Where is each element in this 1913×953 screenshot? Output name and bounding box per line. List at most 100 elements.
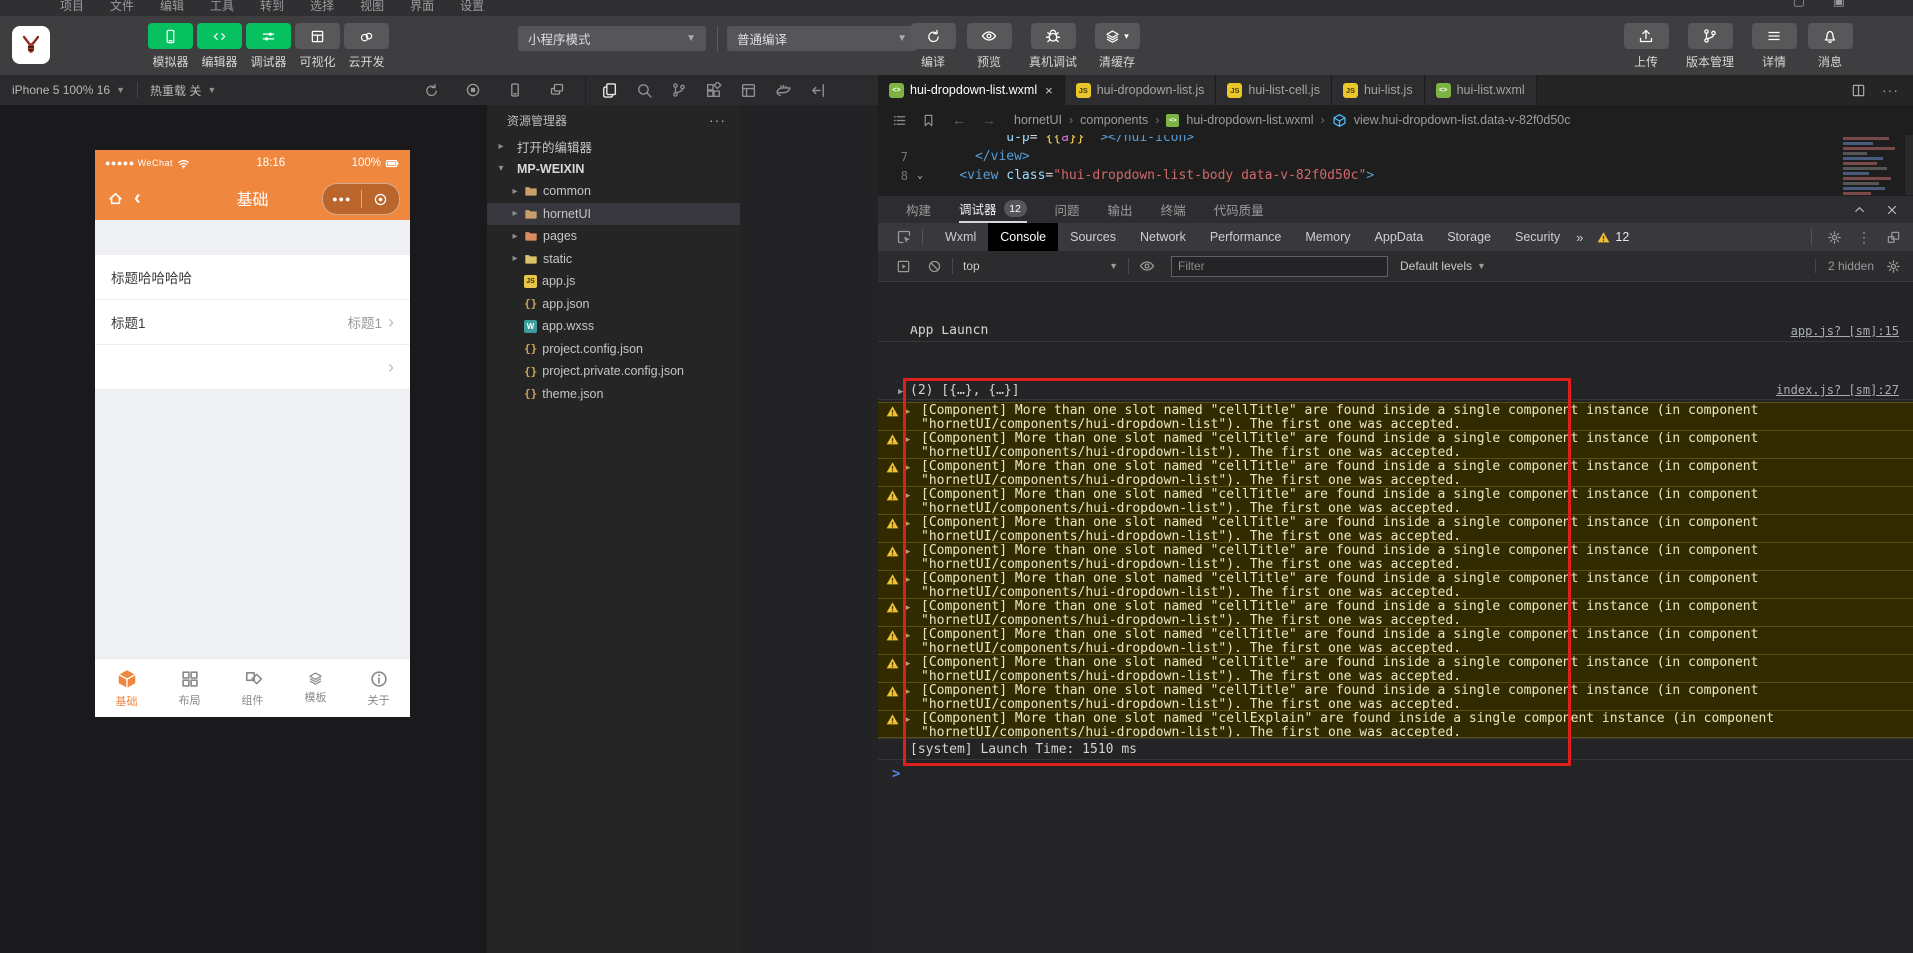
devtools-menu-icon[interactable]: ⋮	[1857, 229, 1871, 246]
devtools-tab-Memory[interactable]: Memory	[1293, 223, 1362, 251]
record-icon[interactable]	[465, 82, 481, 98]
branch-icon[interactable]	[671, 82, 687, 98]
devtools-tab-Security[interactable]: Security	[1503, 223, 1572, 251]
toolbar-button-云开发[interactable]: 云开发	[342, 23, 391, 70]
refresh-icon[interactable]	[424, 82, 439, 98]
tree-chevron-icon[interactable]: ▸	[509, 186, 521, 197]
panel-tab-输出[interactable]: 输出	[1108, 196, 1133, 223]
menu-item[interactable]: 文件	[110, 0, 134, 14]
tree-item-common[interactable]: ▸ common	[487, 180, 740, 203]
expand-arrow-icon[interactable]: ▶	[905, 491, 915, 501]
menu-item[interactable]: 工具	[210, 0, 234, 14]
toolbar-button-版本管理[interactable]: 版本管理	[1674, 23, 1746, 70]
code-line[interactable]: u-p="{{a}}" ></hui-icon>	[878, 135, 1913, 147]
editor-tab-hui-list-cell.js[interactable]: JS hui-list-cell.js	[1216, 75, 1332, 105]
phone-tab-基础[interactable]: 基础	[95, 659, 158, 717]
breadcrumb-item[interactable]: hornetUI	[1014, 113, 1062, 127]
console-prompt-chevron[interactable]: >	[892, 766, 900, 782]
console-warning-row[interactable]: ▶ [Component] More than one slot named "c…	[878, 514, 1913, 542]
panel-tab-构建[interactable]: 构建	[906, 196, 931, 223]
device-selector[interactable]: iPhone 5 100% 16	[12, 83, 110, 97]
list-cell[interactable]: 标题哈哈哈哈	[95, 255, 410, 300]
window-icon[interactable]: ▢	[1793, 0, 1805, 9]
breadcrumb-item[interactable]: view.hui-dropdown-list.data-v-82f0d50c	[1354, 113, 1571, 127]
list-cell[interactable]: ›	[95, 345, 410, 390]
collapse-icon[interactable]	[810, 82, 827, 99]
devtools-tab-AppData[interactable]: AppData	[1363, 223, 1436, 251]
console-warning-row[interactable]: ▶ [Component] More than one slot named "c…	[878, 654, 1913, 682]
toolbar-button-消息[interactable]: 消息	[1802, 23, 1858, 70]
console-row-system[interactable]: [system] Launch Time: 1510 ms	[878, 738, 1913, 760]
code-line[interactable]: 7 </view>	[878, 147, 1913, 166]
outline-list-icon[interactable]	[892, 113, 907, 128]
clear-console-icon[interactable]	[927, 259, 942, 274]
menu-item[interactable]: 设置	[460, 0, 484, 14]
context-select[interactable]: top ▼	[963, 259, 1118, 273]
expand-arrow-icon[interactable]: ▶	[905, 547, 915, 557]
devtools-tab-Performance[interactable]: Performance	[1198, 223, 1294, 251]
close-tab-icon[interactable]: ×	[1045, 83, 1053, 98]
tree-item-MP-WEIXIN[interactable]: ▾ MP-WEIXIN	[487, 158, 740, 181]
tree-item-project.private.config.json[interactable]: {} project.private.config.json	[487, 360, 740, 383]
search-icon[interactable]	[636, 82, 653, 99]
toolbar-button-上传[interactable]: 上传	[1618, 23, 1674, 70]
console-row-array[interactable]: ▶ (2) [{…}, {…}] index.js? [sm]:27	[878, 381, 1913, 400]
tree-item-project.config.json[interactable]: {} project.config.json	[487, 338, 740, 361]
expand-arrow-icon[interactable]: ▶	[905, 407, 915, 417]
console-warning-row[interactable]: ▶ [Component] More than one slot named "c…	[878, 402, 1913, 430]
minimap[interactable]	[1843, 137, 1901, 195]
tree-item-theme.json[interactable]: {} theme.json	[487, 383, 740, 406]
code-line[interactable]: 8 ⌄ <view class="hui-dropdown-list-body d…	[878, 166, 1913, 185]
toolbar-button-真机调试[interactable]: 真机调试	[1017, 23, 1089, 70]
toolbar-button-可视化[interactable]: 可视化	[293, 23, 342, 70]
console-warning-row[interactable]: ▶ [Component] More than one slot named "c…	[878, 710, 1913, 738]
console-warning-row[interactable]: ▶ [Component] More than one slot named "c…	[878, 458, 1913, 486]
tabs-overflow-icon[interactable]: »	[1576, 230, 1583, 245]
mode-select[interactable]: 小程序模式 ▼	[518, 26, 706, 51]
files-icon[interactable]	[601, 82, 618, 99]
undock-icon[interactable]	[1886, 230, 1901, 245]
console-row-clipped[interactable]: App Launch app.js? [sm]:15	[878, 326, 1913, 342]
tree-chevron-icon[interactable]: ▸	[509, 208, 521, 219]
console-warning-row[interactable]: ▶ [Component] More than one slot named "c…	[878, 430, 1913, 458]
tree-item-app.wxss[interactable]: Wapp.wxss	[487, 315, 740, 338]
expand-arrow-icon[interactable]: ▶	[905, 659, 915, 669]
toolbar-button-详情[interactable]: 详情	[1746, 23, 1802, 70]
expand-arrow-icon[interactable]: ▶	[898, 387, 910, 397]
devtools-tab-Wxml[interactable]: Wxml	[933, 223, 988, 251]
phone-tab-组件[interactable]: 组件	[221, 659, 284, 717]
code-editor[interactable]: u-p="{{a}}" ></hui-icon> 7 </view> 8 ⌄ <vie…	[878, 135, 1913, 195]
expand-arrow-icon[interactable]: ▶	[905, 463, 915, 473]
capsule-close-button[interactable]	[362, 192, 400, 207]
toolbar-button-预览[interactable]: 预览	[961, 23, 1017, 70]
tree-item-pages[interactable]: ▸ pages	[487, 225, 740, 248]
explorer-more-icon[interactable]: ···	[709, 112, 726, 128]
fold-chevron-icon[interactable]: ⌄	[912, 170, 928, 181]
bookmark-icon[interactable]	[921, 113, 936, 128]
panel-tab-调试器[interactable]: 调试器 12	[959, 196, 1027, 223]
tree-chevron-icon[interactable]: ▸	[509, 253, 521, 264]
inspect-element-icon[interactable]	[896, 229, 912, 245]
devtools-tab-Network[interactable]: Network	[1128, 223, 1198, 251]
log-levels-select[interactable]: Default levels ▼	[1400, 259, 1486, 273]
menu-item[interactable]: 项目	[60, 0, 84, 14]
collapse-panel-icon[interactable]	[1852, 202, 1867, 217]
compile-mode-select[interactable]: 普通编译 ▼	[727, 26, 917, 51]
menu-item[interactable]: 视图	[360, 0, 384, 14]
panel-tab-问题[interactable]: 问题	[1055, 196, 1080, 223]
menu-item[interactable]: 界面	[410, 0, 434, 14]
whale-icon[interactable]	[775, 82, 792, 99]
console-settings-gear-icon[interactable]	[1886, 259, 1901, 274]
devtools-tab-Console[interactable]: Console	[988, 223, 1059, 251]
toolbar-button-编辑器[interactable]: 编辑器	[195, 23, 244, 70]
device-phone-icon[interactable]	[507, 82, 523, 98]
editor-tab-hui-list.wxml[interactable]: <> hui-list.wxml	[1424, 75, 1537, 105]
phone-tab-布局[interactable]: 布局	[158, 659, 221, 717]
menu-item[interactable]: 选择	[310, 0, 334, 14]
console-warning-row[interactable]: ▶ [Component] More than one slot named "c…	[878, 486, 1913, 514]
devtools-tab-Storage[interactable]: Storage	[1435, 223, 1503, 251]
source-link[interactable]: index.js? [sm]:27	[1776, 383, 1899, 397]
tree-chevron-icon[interactable]: ▸	[509, 231, 521, 242]
close-panel-icon[interactable]	[1885, 202, 1899, 217]
list-cell[interactable]: 标题1 标题1 ›	[95, 300, 410, 345]
